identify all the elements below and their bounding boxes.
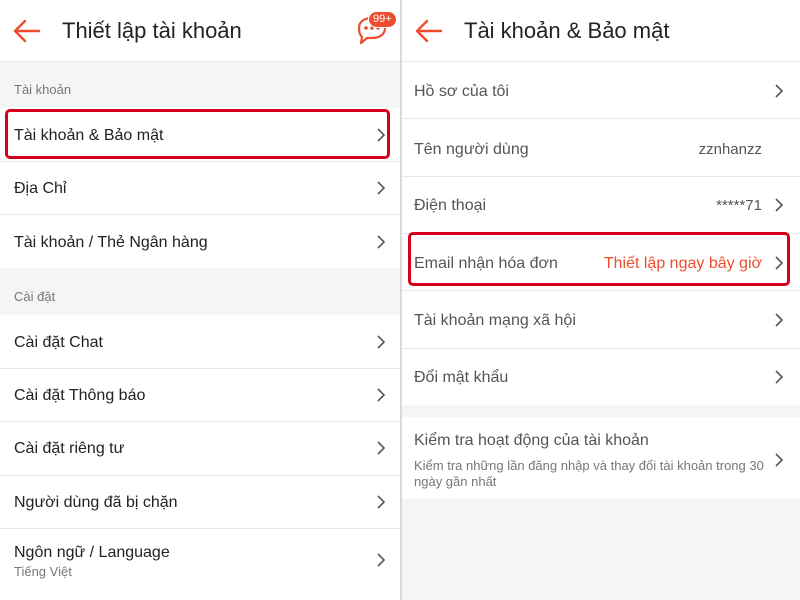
chevron-right-icon bbox=[376, 234, 386, 250]
chevron-right-icon bbox=[376, 127, 386, 143]
page-title: Tài khoản & Bảo mật bbox=[464, 18, 670, 43]
username-value: zznhanzz bbox=[698, 141, 762, 158]
menu-item-label: Cài đặt Chat bbox=[14, 334, 103, 351]
account-security-screen: Tài khoản & Bảo mật Hồ sơ của tôi Tên ng… bbox=[402, 0, 800, 600]
menu-item-my-profile[interactable]: Hồ sơ của tôi bbox=[402, 62, 800, 119]
menu-item-label: Tài khoản / Thẻ Ngân hàng bbox=[14, 234, 208, 251]
menu-item-label: Cài đặt riêng tư bbox=[14, 440, 125, 457]
menu-item-social-accounts[interactable]: Tài khoản mạng xã hội bbox=[402, 291, 800, 349]
menu-item-label: Địa Chỉ bbox=[14, 180, 67, 197]
chevron-right-icon bbox=[774, 197, 784, 213]
chevron-right-icon bbox=[774, 452, 784, 468]
chevron-right-icon bbox=[774, 369, 784, 385]
left-header: Thiết lập tài khoản 99+ bbox=[0, 0, 400, 62]
menu-item-label: Tên người dùng bbox=[414, 141, 529, 158]
menu-item-label: Đổi mật khẩu bbox=[414, 369, 509, 386]
chevron-right-icon bbox=[774, 312, 784, 328]
menu-item-label: Kiểm tra hoạt động của tài khoản bbox=[414, 432, 649, 449]
menu-item-username[interactable]: Tên người dùng zznhanzz bbox=[402, 119, 800, 177]
menu-item-label: Ngôn ngữ / Language bbox=[14, 544, 170, 561]
current-language: Tiếng Việt bbox=[14, 564, 72, 579]
menu-item-label: Tài khoản & Bảo mật bbox=[14, 127, 164, 144]
chevron-right-icon bbox=[376, 387, 386, 403]
back-arrow-icon[interactable] bbox=[12, 17, 42, 45]
setup-now-link[interactable]: Thiết lập ngay bây giờ bbox=[604, 254, 762, 274]
account-activity-description: Kiểm tra những lần đăng nhập và thay đổi… bbox=[414, 458, 764, 489]
menu-item-label: Điện thoại bbox=[414, 197, 487, 214]
menu-item-label: Người dùng đã bị chặn bbox=[14, 494, 178, 511]
phone-value: *****71 bbox=[716, 197, 762, 214]
menu-item-change-password[interactable]: Đổi mật khẩu bbox=[402, 349, 800, 405]
menu-item-label: Tài khoản mạng xã hội bbox=[414, 312, 576, 329]
menu-item-phone[interactable]: Điện thoại *****71 bbox=[402, 177, 800, 234]
chevron-right-icon bbox=[376, 180, 386, 196]
section-label-account: Tài khoản bbox=[14, 82, 72, 97]
menu-item-privacy-settings[interactable]: Cài đặt riêng tư bbox=[0, 422, 400, 476]
account-settings-screen: Thiết lập tài khoản 99+ Tài khoản Tài kh… bbox=[0, 0, 400, 600]
menu-item-account-activity[interactable]: Kiểm tra hoạt động của tài khoản Kiểm tr… bbox=[402, 417, 800, 499]
menu-item-label: Hồ sơ của tôi bbox=[414, 83, 509, 100]
menu-item-account-security[interactable]: Tài khoản & Bảo mật bbox=[0, 108, 400, 162]
chevron-right-icon bbox=[376, 552, 386, 568]
chevron-right-icon bbox=[376, 334, 386, 350]
page-title: Thiết lập tài khoản bbox=[62, 18, 242, 43]
menu-item-bank-account[interactable]: Tài khoản / Thẻ Ngân hàng bbox=[0, 215, 400, 268]
menu-item-notification-settings[interactable]: Cài đặt Thông báo bbox=[0, 369, 400, 422]
chevron-right-icon bbox=[774, 83, 784, 99]
chevron-right-icon bbox=[376, 440, 386, 456]
menu-item-label: Cài đặt Thông báo bbox=[14, 387, 146, 404]
back-arrow-icon[interactable] bbox=[414, 17, 444, 45]
chevron-right-icon bbox=[376, 494, 386, 510]
menu-item-invoice-email[interactable]: Email nhận hóa đơn Thiết lập ngay bây gi… bbox=[402, 234, 800, 291]
right-header: Tài khoản & Bảo mật bbox=[402, 0, 800, 62]
chevron-right-icon bbox=[774, 255, 784, 271]
section-label-settings: Cài đặt bbox=[14, 289, 56, 304]
menu-item-chat-settings[interactable]: Cài đặt Chat bbox=[0, 315, 400, 369]
menu-item-blocked-users[interactable]: Người dùng đã bị chặn bbox=[0, 476, 400, 529]
notification-badge: 99+ bbox=[368, 11, 397, 28]
menu-item-address[interactable]: Địa Chỉ bbox=[0, 162, 400, 215]
menu-item-label: Email nhận hóa đơn bbox=[414, 255, 558, 272]
menu-item-language[interactable]: Ngôn ngữ / Language Tiếng Việt bbox=[0, 529, 400, 600]
